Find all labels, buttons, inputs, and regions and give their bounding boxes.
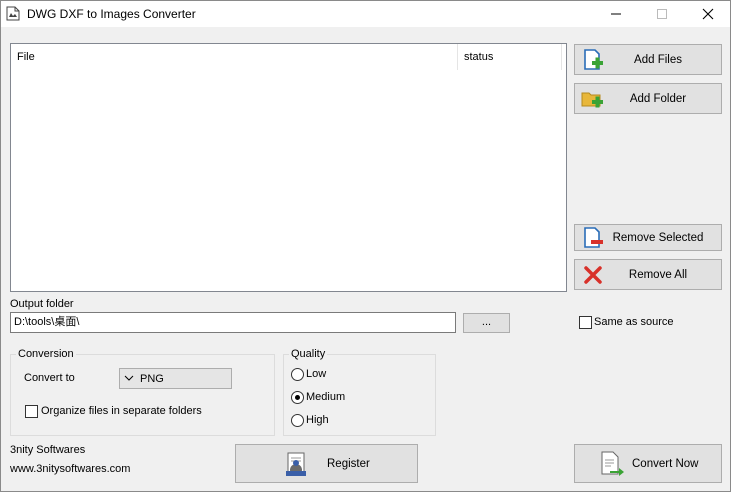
main-window: DWG DXF to Images Converter File status … — [0, 0, 731, 492]
remove-all-button[interactable]: Remove All — [574, 259, 722, 290]
column-header-file[interactable]: File — [11, 44, 458, 70]
file-list[interactable]: File status — [10, 43, 567, 292]
output-folder-label: Output folder — [10, 298, 74, 310]
quality-group-title: Quality — [289, 348, 328, 360]
maximize-button[interactable] — [639, 1, 685, 27]
quality-radio-low[interactable] — [291, 368, 304, 381]
conversion-group-title: Conversion — [16, 348, 76, 360]
add-files-button[interactable]: Add Files — [574, 44, 722, 75]
register-button[interactable]: Register — [235, 444, 418, 483]
quality-radio-medium[interactable] — [291, 391, 304, 404]
output-folder-input[interactable]: D:\tools\桌面\ — [10, 312, 456, 333]
remove-all-icon — [584, 265, 602, 284]
company-website: www.3nitysoftwares.com — [10, 463, 131, 475]
convert-to-label: Convert to — [24, 372, 75, 384]
add-folder-button[interactable]: Add Folder — [574, 83, 722, 114]
register-certificate-icon — [286, 452, 306, 476]
add-folder-icon — [581, 92, 603, 107]
organize-folders-label: Organize files in separate folders — [41, 405, 202, 417]
close-icon — [702, 8, 714, 20]
title-bar: DWG DXF to Images Converter — [1, 1, 730, 27]
quality-radio-high[interactable] — [291, 414, 304, 427]
quality-radio-high-label: High — [306, 414, 329, 426]
organize-folders-checkbox[interactable] — [25, 405, 38, 418]
minimize-icon — [611, 13, 621, 15]
convert-document-icon — [601, 451, 624, 476]
minimize-button[interactable] — [593, 1, 639, 27]
browse-button[interactable]: ... — [463, 313, 510, 333]
add-file-icon — [584, 48, 603, 70]
chevron-down-icon — [124, 375, 134, 381]
quality-radio-medium-label: Medium — [306, 391, 346, 403]
column-header-status[interactable]: status — [458, 44, 562, 70]
register-label: Register — [327, 457, 370, 470]
quality-radio-low-label: Low — [306, 368, 327, 380]
convert-now-button[interactable]: Convert Now — [574, 444, 722, 483]
window-title: DWG DXF to Images Converter — [27, 7, 196, 21]
convert-now-label: Convert Now — [632, 457, 699, 470]
same-as-source-label: Same as source — [594, 316, 674, 328]
conversion-group: Conversion — [10, 348, 275, 436]
remove-selected-button[interactable]: Remove Selected — [574, 224, 722, 251]
format-select-value: PNG — [140, 373, 164, 385]
format-select[interactable]: PNG — [119, 368, 232, 389]
remove-file-icon — [584, 226, 603, 248]
company-name: 3nity Softwares — [10, 444, 86, 456]
close-button[interactable] — [685, 1, 731, 27]
same-as-source-checkbox[interactable] — [579, 316, 592, 329]
app-icon — [6, 6, 20, 21]
maximize-icon — [657, 9, 667, 19]
